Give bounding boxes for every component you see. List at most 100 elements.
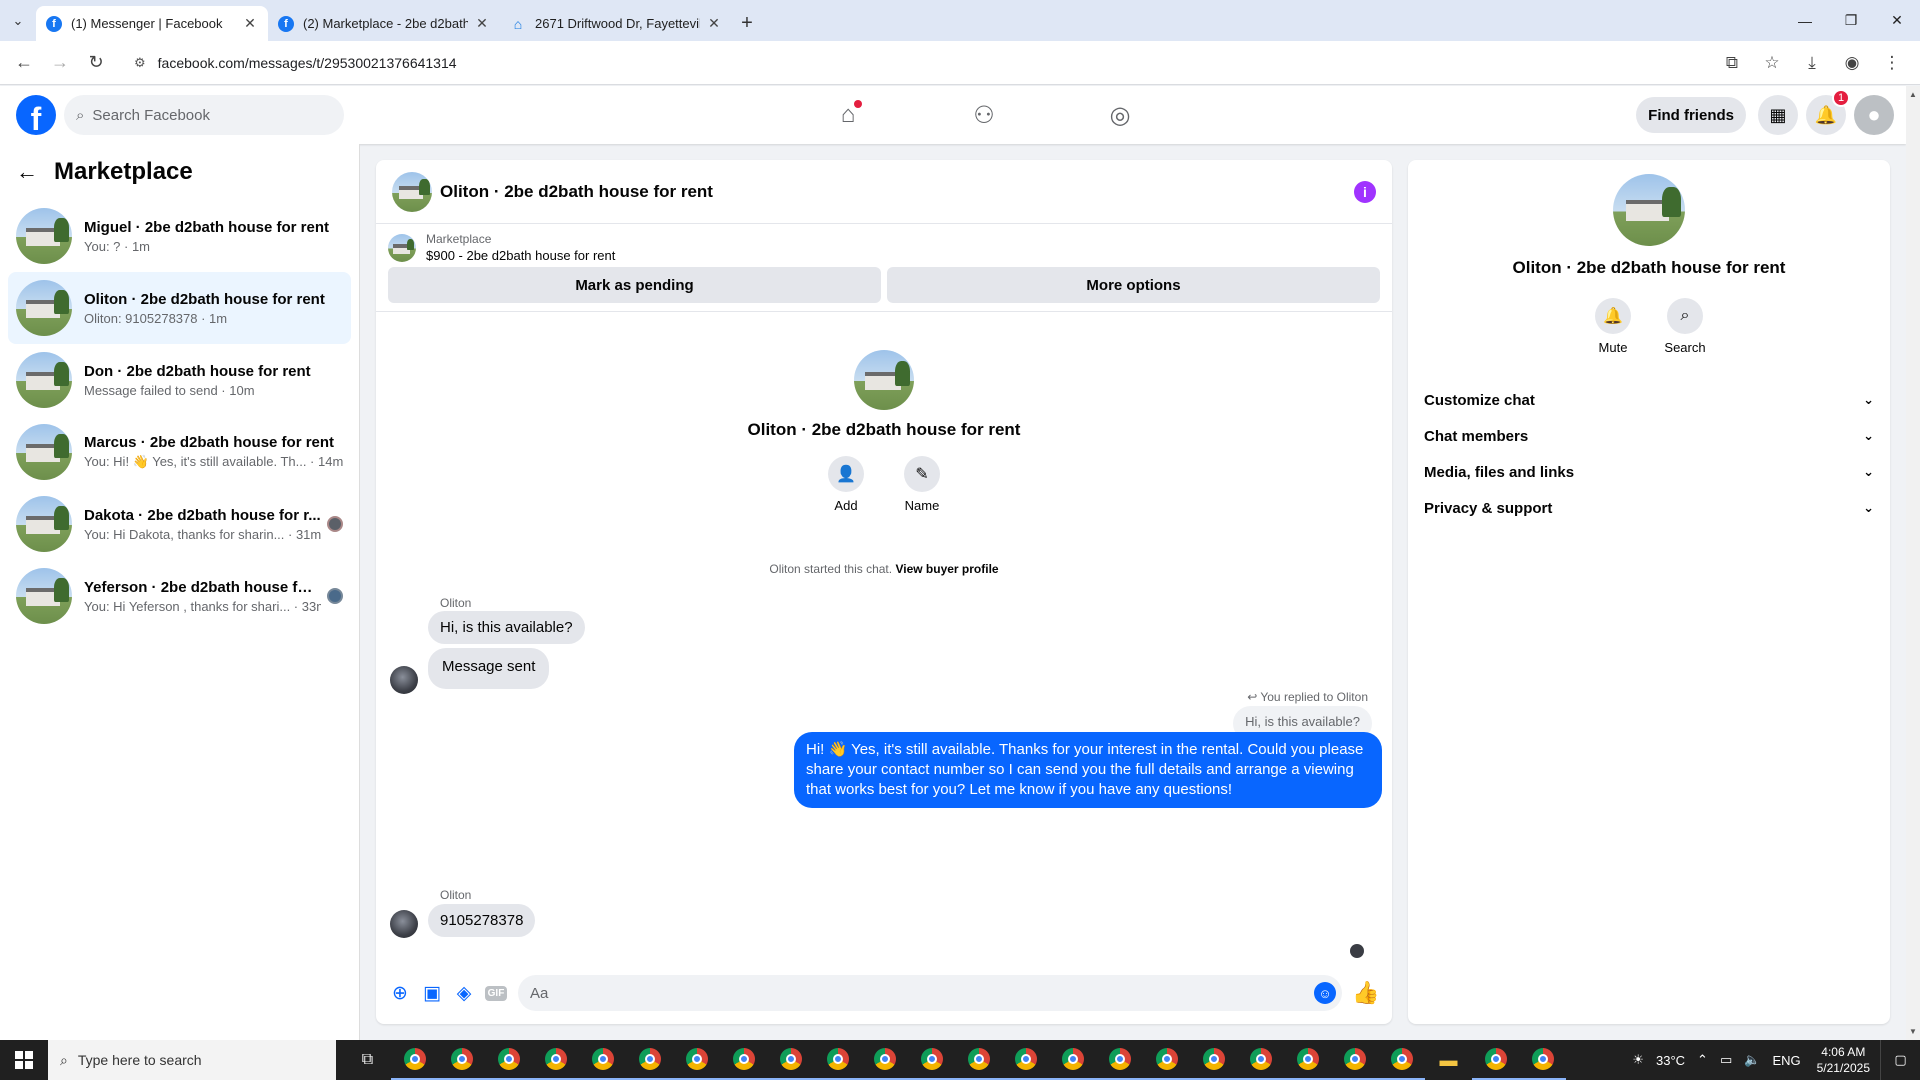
chrome-taskbar-icon[interactable] bbox=[1002, 1040, 1049, 1080]
close-window-icon[interactable]: ✕ bbox=[1874, 0, 1920, 41]
friends-icon[interactable]: ⚇ bbox=[916, 86, 1052, 144]
view-buyer-profile-link[interactable]: View buyer profile bbox=[895, 562, 998, 576]
mute-button[interactable]: 🔔 Mute bbox=[1594, 298, 1632, 355]
account-avatar[interactable]: ● bbox=[1854, 95, 1894, 135]
find-friends-button[interactable]: Find friends bbox=[1636, 97, 1746, 133]
show-hidden-icons-icon[interactable]: ⌃ bbox=[1697, 1052, 1708, 1068]
weather-icon[interactable]: ☀ bbox=[1632, 1052, 1644, 1068]
address-bar[interactable]: ⚙ facebook.com/messages/t/29530021376641… bbox=[122, 46, 1712, 80]
menu-kebab-icon[interactable]: ⋮ bbox=[1872, 47, 1912, 79]
chrome-taskbar-icon[interactable] bbox=[720, 1040, 767, 1080]
info-avatar[interactable] bbox=[1613, 174, 1685, 246]
chrome-taskbar-icon[interactable] bbox=[673, 1040, 720, 1080]
download-icon[interactable]: ⤓ bbox=[1792, 47, 1832, 79]
chrome-taskbar-icon[interactable] bbox=[1472, 1040, 1519, 1080]
conversation-item-miguel[interactable]: Miguel · 2be d2bath house for rent You: … bbox=[8, 200, 351, 272]
search-in-chat-button[interactable]: ⌕ Search bbox=[1664, 298, 1706, 355]
thumbs-up-icon[interactable]: 👍 bbox=[1348, 975, 1384, 1011]
tab-close-icon[interactable]: ✕ bbox=[706, 15, 722, 32]
chrome-taskbar-icon[interactable] bbox=[861, 1040, 908, 1080]
chrome-taskbar-icon[interactable] bbox=[1049, 1040, 1096, 1080]
message-bubble-incoming[interactable]: Message sent bbox=[428, 648, 550, 689]
taskbar-search-input[interactable]: ⌕ Type here to search bbox=[48, 1040, 336, 1080]
restore-icon[interactable]: ❐ bbox=[1828, 0, 1874, 41]
message-bubble-incoming[interactable]: 9105278378 bbox=[428, 904, 536, 937]
new-tab-button[interactable]: + bbox=[732, 6, 762, 41]
emoji-icon[interactable]: ☺ bbox=[1314, 982, 1336, 1004]
conversation-item-don[interactable]: Don · 2be d2bath house for rent Message … bbox=[8, 344, 351, 416]
tab-close-icon[interactable]: ✕ bbox=[474, 15, 490, 32]
input-language[interactable]: ENG bbox=[1772, 1053, 1800, 1068]
sender-avatar[interactable] bbox=[390, 666, 418, 694]
chrome-taskbar-icon[interactable] bbox=[626, 1040, 673, 1080]
chrome-taskbar-icon[interactable] bbox=[1237, 1040, 1284, 1080]
chrome-taskbar-icon[interactable] bbox=[579, 1040, 626, 1080]
chrome-taskbar-icon[interactable] bbox=[767, 1040, 814, 1080]
section-privacy-support[interactable]: Privacy & support ⌄ bbox=[1424, 486, 1874, 530]
message-bubble-incoming[interactable]: Hi, is this available? bbox=[428, 611, 585, 644]
chrome-taskbar-icon[interactable] bbox=[814, 1040, 861, 1080]
chrome-taskbar-icon[interactable] bbox=[532, 1040, 579, 1080]
task-view-icon[interactable]: ⧉ bbox=[344, 1040, 391, 1080]
weather-temp[interactable]: 33°C bbox=[1656, 1053, 1685, 1068]
chrome-taskbar-icon[interactable] bbox=[438, 1040, 485, 1080]
chrome-taskbar-icon[interactable] bbox=[1331, 1040, 1378, 1080]
volume-icon[interactable]: 🔈 bbox=[1744, 1052, 1760, 1068]
reload-icon[interactable]: ↻ bbox=[80, 47, 112, 79]
edit-name-button[interactable]: ✎ Name bbox=[902, 456, 942, 513]
message-input[interactable]: Aa ☺ bbox=[518, 975, 1342, 1011]
network-icon[interactable]: ▭ bbox=[1720, 1052, 1732, 1068]
chrome-taskbar-icon[interactable] bbox=[1519, 1040, 1566, 1080]
chrome-taskbar-icon[interactable] bbox=[1096, 1040, 1143, 1080]
chat-avatar[interactable] bbox=[392, 171, 432, 212]
notifications-bell-icon[interactable]: 🔔 1 bbox=[1806, 89, 1850, 135]
back-arrow-icon[interactable]: ← bbox=[16, 159, 38, 185]
conversation-item-dakota[interactable]: Dakota · 2be d2bath house for r... You: … bbox=[8, 488, 351, 560]
tab-close-icon[interactable]: ✕ bbox=[242, 15, 258, 32]
photo-icon[interactable]: ▣ bbox=[416, 977, 448, 1009]
tab-search-icon[interactable]: ⌄ bbox=[0, 0, 36, 41]
sticker-icon[interactable]: ◈ bbox=[448, 977, 480, 1009]
chrome-taskbar-icon[interactable] bbox=[1190, 1040, 1237, 1080]
chrome-taskbar-icon[interactable] bbox=[485, 1040, 532, 1080]
scroll-up-icon[interactable]: ▲ bbox=[1909, 90, 1917, 99]
chrome-taskbar-icon[interactable] bbox=[391, 1040, 438, 1080]
back-icon[interactable]: ← bbox=[8, 47, 40, 79]
groups-icon[interactable]: ◎ bbox=[1052, 86, 1188, 144]
chrome-taskbar-icon[interactable] bbox=[955, 1040, 1002, 1080]
more-options-button[interactable]: More options bbox=[887, 267, 1380, 303]
listing-price-title[interactable]: $900 - 2be d2bath house for rent bbox=[426, 248, 615, 263]
listing-thumbnail[interactable] bbox=[388, 233, 416, 262]
tab-messenger[interactable]: f (1) Messenger | Facebook ✕ bbox=[36, 6, 268, 41]
page-scrollbar[interactable]: ▲ ▼ bbox=[1906, 86, 1920, 1040]
tab-marketplace[interactable]: f (2) Marketplace - 2be d2bath h ✕ bbox=[268, 6, 500, 41]
forward-icon[interactable]: → bbox=[44, 47, 76, 79]
chat-title[interactable]: Oliton · 2be d2bath house for rent bbox=[440, 182, 1354, 202]
site-info-icon[interactable]: ⚙ bbox=[134, 55, 146, 71]
file-explorer-icon[interactable]: ▬ bbox=[1425, 1040, 1472, 1080]
tab-zillow[interactable]: ⌂ 2671 Driftwood Dr, Fayetteville, ✕ bbox=[500, 6, 732, 41]
scroll-down-icon[interactable]: ▼ bbox=[1909, 1027, 1917, 1036]
gif-icon[interactable]: GIF bbox=[480, 977, 512, 1009]
mark-as-pending-button[interactable]: Mark as pending bbox=[388, 267, 881, 303]
message-bubble-outgoing[interactable]: Hi! 👋 Yes, it's still available. Thanks … bbox=[794, 732, 1382, 808]
plus-circle-icon[interactable]: ⊕ bbox=[384, 977, 416, 1009]
menu-grid-icon[interactable]: ▦ bbox=[1758, 95, 1798, 135]
chrome-taskbar-icon[interactable] bbox=[1143, 1040, 1190, 1080]
facebook-logo-icon[interactable]: f bbox=[16, 95, 56, 135]
home-icon[interactable]: ⌂ bbox=[780, 86, 916, 144]
facebook-search-input[interactable]: ⌕ Search Facebook bbox=[64, 95, 344, 135]
clock[interactable]: 4:06 AM 5/21/2025 bbox=[1817, 1044, 1870, 1076]
chrome-taskbar-icon[interactable] bbox=[908, 1040, 955, 1080]
start-button[interactable] bbox=[0, 1040, 48, 1080]
add-people-button[interactable]: 👤 Add bbox=[826, 456, 866, 513]
install-app-icon[interactable]: ⧉ bbox=[1712, 47, 1752, 79]
profile-icon[interactable]: ◉ bbox=[1832, 47, 1872, 79]
bookmark-star-icon[interactable]: ☆ bbox=[1752, 47, 1792, 79]
conversation-item-marcus[interactable]: Marcus · 2be d2bath house for rent You: … bbox=[8, 416, 351, 488]
chrome-taskbar-icon[interactable] bbox=[1284, 1040, 1331, 1080]
chrome-taskbar-icon[interactable] bbox=[1378, 1040, 1425, 1080]
conversation-item-oliton[interactable]: Oliton · 2be d2bath house for rent Olito… bbox=[8, 272, 351, 344]
sender-avatar[interactable] bbox=[390, 910, 418, 938]
conversation-item-yeferson[interactable]: Yeferson · 2be d2bath house for... You: … bbox=[8, 560, 351, 632]
